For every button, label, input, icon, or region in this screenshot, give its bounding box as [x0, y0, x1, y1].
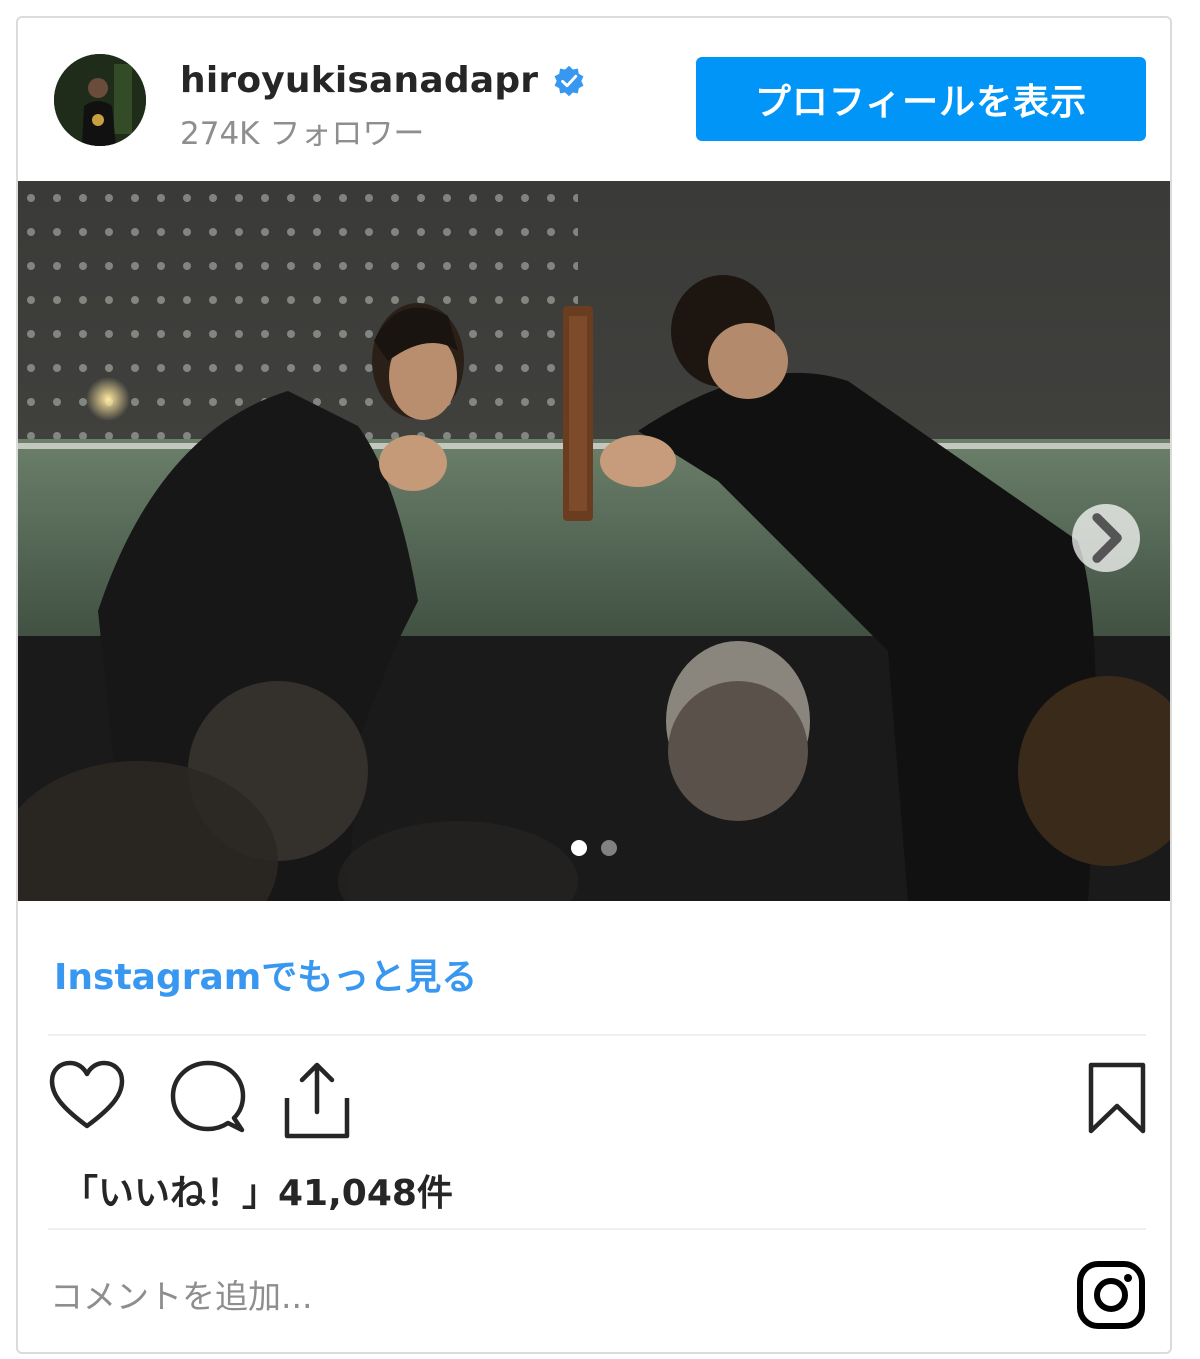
bookmark-icon[interactable] — [1086, 1060, 1148, 1136]
avatar[interactable] — [54, 54, 146, 146]
divider — [48, 1034, 1146, 1036]
share-icon[interactable] — [282, 1060, 352, 1140]
add-comment-input[interactable]: コメントを追加... — [50, 1270, 312, 1318]
instagram-embed-card: hiroyukisanadapr 274K フォロワー プロフィールを表示 In… — [16, 16, 1172, 1354]
heart-icon[interactable] — [48, 1060, 126, 1132]
follower-count: 274K フォロワー — [180, 116, 425, 152]
comment-icon[interactable] — [170, 1060, 246, 1134]
avatar-image — [54, 54, 146, 146]
username-row: hiroyukisanadapr — [180, 60, 586, 101]
chevron-right-icon — [1092, 513, 1122, 563]
username[interactable]: hiroyukisanadapr — [180, 60, 538, 101]
carousel-dot-1 — [571, 840, 587, 856]
action-bar — [48, 1060, 1146, 1140]
divider — [48, 1228, 1146, 1230]
view-more-on-instagram-link[interactable]: Instagramでもっと見る — [54, 948, 477, 1000]
verified-badge-icon — [554, 65, 584, 96]
instagram-logo-icon[interactable] — [1076, 1260, 1146, 1330]
carousel-indicator — [18, 840, 1170, 856]
post-photo — [18, 181, 1170, 901]
post-image[interactable] — [18, 181, 1170, 901]
carousel-next-button[interactable] — [1072, 504, 1140, 572]
carousel-dot-2 — [601, 840, 617, 856]
view-profile-button[interactable]: プロフィールを表示 — [696, 57, 1146, 141]
like-count: 「いいね！」41,048件 — [62, 1173, 453, 1214]
